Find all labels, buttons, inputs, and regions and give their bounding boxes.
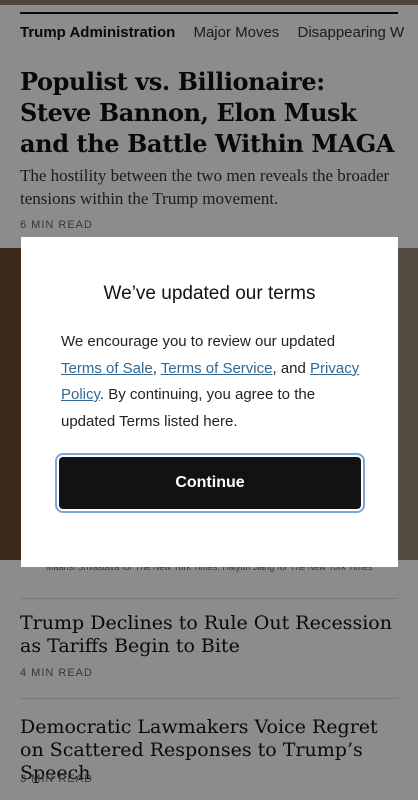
dialog-body: We encourage you to review our updated T… <box>61 333 360 430</box>
terms-of-sale-link[interactable]: Terms of Sale <box>61 360 153 377</box>
continue-button[interactable]: Continue <box>59 457 361 509</box>
terms-update-dialog: We’ve updated our terms We encourage you… <box>21 237 398 567</box>
dialog-title: We’ve updated our terms <box>103 283 316 304</box>
dialog-text: . By continuing, you agree to the update… <box>61 386 316 430</box>
dialog-text: We encourage you to review our updated <box>61 333 336 350</box>
terms-of-service-link[interactable]: Terms of Service <box>161 360 273 377</box>
